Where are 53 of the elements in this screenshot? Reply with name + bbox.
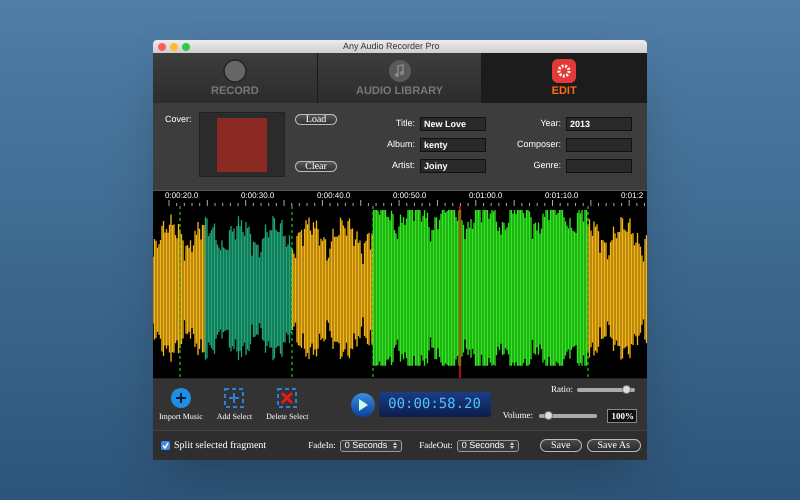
checkbox-label: Split selected fragment <box>174 439 266 453</box>
time-label: 0:00:30.0 <box>241 191 274 200</box>
stepper-icon <box>393 442 398 449</box>
play-icon <box>358 398 368 410</box>
field-label: Year: <box>540 117 561 130</box>
field-label: Title: <box>396 117 415 130</box>
tool-button[interactable]: Import Music <box>159 386 203 422</box>
tab[interactable]: EDIT <box>482 53 647 103</box>
ratio-label: Ratio: <box>551 383 573 396</box>
volume-slider[interactable] <box>539 414 597 418</box>
volume-label: Volume: <box>502 408 533 422</box>
play-button[interactable] <box>350 392 375 416</box>
cover-button[interactable]: Clear <box>295 161 337 172</box>
tool-button[interactable]: Delete Select <box>266 386 309 422</box>
field-label: Composer: <box>516 138 561 152</box>
time-label: 0:01:10.0 <box>545 191 578 200</box>
checkbox[interactable] <box>161 441 170 450</box>
dropdown[interactable]: 0 Seconds <box>340 440 402 452</box>
record-icon <box>222 59 247 83</box>
time-label: 0:00:50.0 <box>393 191 426 200</box>
music-note-icon <box>388 59 412 83</box>
text-field[interactable]: kenty <box>420 138 486 152</box>
dropdown[interactable]: 0 Seconds <box>456 440 520 452</box>
text-field[interactable]: Joiny <box>420 159 486 173</box>
field-label: Album: <box>386 138 415 152</box>
add-selection-icon <box>223 386 246 408</box>
dropdown-label: FadeOut: <box>419 438 453 452</box>
volume-value: 100% <box>607 408 637 422</box>
cover-label: Cover: <box>165 113 193 126</box>
stepper-icon <box>510 442 514 449</box>
slider-thumb[interactable] <box>544 410 553 420</box>
text-field[interactable] <box>566 138 632 152</box>
delete-selection-icon <box>276 386 298 408</box>
cover-button[interactable]: Load <box>295 114 337 125</box>
action-button[interactable]: Save As <box>586 439 641 452</box>
text-field[interactable]: New Love <box>420 117 486 131</box>
time-label: 0:00:40.0 <box>317 191 350 200</box>
ratio-slider[interactable] <box>577 388 635 392</box>
slider-thumb[interactable] <box>622 384 632 394</box>
time-label: 0:00:20.0 <box>165 191 198 200</box>
window-title: Any Audio Recorder Pro <box>343 40 440 53</box>
tool-button[interactable]: Add Select <box>216 386 252 422</box>
field-label: Artist: <box>392 159 415 172</box>
dropdown-label: FadeIn: <box>308 438 336 452</box>
action-button[interactable]: Save <box>540 439 582 452</box>
time-label: 0:01:2 <box>621 191 644 200</box>
text-field[interactable] <box>566 159 632 173</box>
text-field[interactable]: 2013 <box>566 117 632 131</box>
plus-icon <box>170 386 192 408</box>
time-display: 00:00:58.20 <box>378 392 491 417</box>
gear-icon <box>552 59 576 83</box>
time-label: 0:01:00.0 <box>469 191 502 200</box>
field-label: Genre: <box>533 159 561 172</box>
